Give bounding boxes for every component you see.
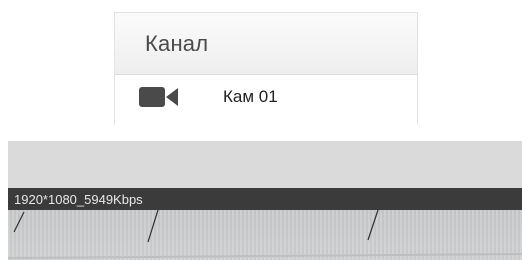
channel-item-label: Кам 01 [223,87,278,106]
stream-info-text: 1920*1080_5949Kbps [14,191,143,207]
video-image [8,210,522,260]
channel-list-panel: Канал Кам 01 [114,12,418,125]
channel-list-header: Канал [115,13,417,75]
video-top-area [8,141,522,188]
video-camera-icon [139,87,179,107]
stream-info-bar: 1920*1080_5949Kbps [8,188,522,210]
app-root: Канал Кам 01 1920*1080_5949Kbps [0,0,522,260]
channel-item[interactable]: Кам 01 [115,75,417,125]
video-view[interactable]: 1920*1080_5949Kbps [8,141,522,260]
channel-list-title: Канал [145,30,209,56]
